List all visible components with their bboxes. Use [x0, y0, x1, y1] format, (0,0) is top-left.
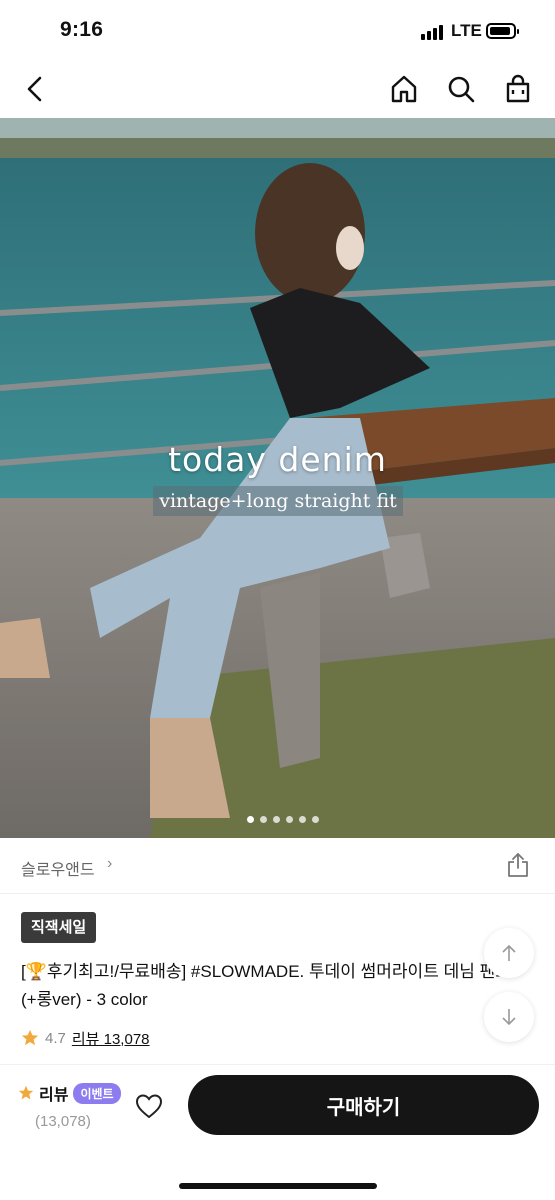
review-summary[interactable]: 리뷰 이벤트 (13,078) [18, 1081, 128, 1130]
scroll-down-button[interactable] [484, 992, 534, 1042]
carousel-dots [0, 816, 555, 826]
product-title: [🏆후기최고!/무료배송] #SLOWMADE. 투데이 썸머라이트 데님 팬츠… [21, 958, 526, 1014]
brand-row[interactable]: 슬로우앤드 › [0, 838, 555, 894]
nav-bar [0, 60, 555, 118]
product-title-text: 후기최고!/무료배송] #SLOWMADE. 투데이 썸머라이트 데님 팬츠 (… [21, 962, 511, 1009]
review-count: (13,078) [35, 1113, 91, 1130]
battery-icon [486, 23, 519, 39]
trophy-icon: 🏆 [25, 962, 47, 981]
carousel-dot[interactable] [246, 816, 254, 823]
arrow-down-icon [502, 1009, 516, 1026]
home-icon[interactable] [387, 72, 421, 106]
hero-subheadline: vintage+long straight fit [153, 486, 403, 516]
carousel-dot[interactable] [285, 816, 293, 823]
carousel-dot[interactable] [272, 816, 280, 823]
product-image-carousel[interactable]: today denim vintage+long straight fit [0, 118, 555, 838]
brand-name[interactable]: 슬로우앤드 [21, 856, 95, 880]
status-time: 9:16 [60, 18, 104, 41]
star-icon [18, 1085, 34, 1100]
carousel-dot[interactable] [311, 816, 319, 823]
search-icon[interactable] [444, 72, 478, 106]
buy-button[interactable]: 구매하기 [188, 1075, 539, 1135]
event-badge: 이벤트 [73, 1082, 121, 1104]
rating-row: 4.7 리뷰 13,078 [21, 1026, 150, 1050]
status-bar: 9:16 LTE [0, 0, 555, 60]
star-icon [21, 1029, 39, 1046]
signal-icon [421, 24, 447, 40]
bottom-action-bar: 리뷰 이벤트 (13,078) 구매하기 [0, 1064, 555, 1200]
heart-icon[interactable] [134, 1091, 164, 1121]
rating-score: 4.7 [45, 1029, 66, 1047]
chevron-right-icon: › [107, 855, 113, 872]
sale-badge: 직잭세일 [21, 912, 97, 943]
shopping-bag-icon[interactable] [501, 72, 535, 106]
share-icon[interactable] [505, 852, 531, 878]
carousel-dot[interactable] [298, 816, 306, 823]
reviews-link[interactable]: 리뷰 13,078 [72, 1028, 150, 1049]
carousel-dot[interactable] [259, 816, 267, 823]
home-indicator [179, 1183, 377, 1189]
scroll-up-button[interactable] [484, 928, 534, 978]
hero-headline: today denim [168, 440, 387, 479]
network-label: LTE [451, 21, 482, 40]
arrow-up-icon [502, 944, 516, 961]
review-label: 리뷰 [39, 1087, 69, 1104]
back-icon[interactable] [19, 72, 53, 106]
